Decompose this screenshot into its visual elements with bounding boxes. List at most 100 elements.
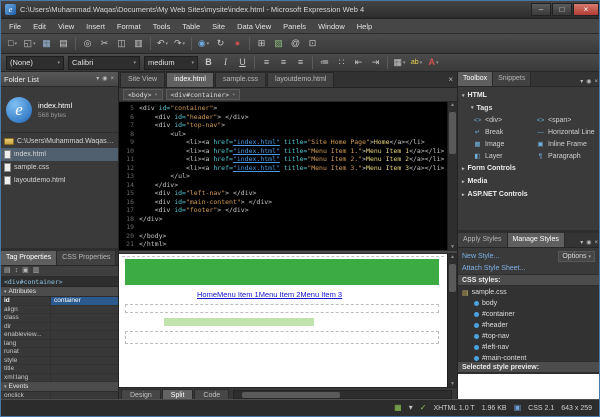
stop-icon[interactable]: ● [230, 36, 245, 51]
menu-item-view[interactable]: View [52, 19, 80, 34]
highlight-icon[interactable]: ab▾ [409, 55, 424, 70]
categorized-view-icon[interactable]: ▤ [4, 266, 11, 276]
design-leftnav-block[interactable] [164, 318, 314, 326]
toolbox-item-inline-frame[interactable]: ▣Inline Frame [536, 138, 599, 150]
tab-snippets[interactable]: Snippets [493, 72, 531, 86]
auto-hide-pin-icon[interactable]: ◉ [586, 78, 591, 86]
close-panel-icon[interactable]: × [110, 75, 114, 83]
style-item-left-nav[interactable]: #left-nav [458, 342, 599, 353]
empty-div-guide[interactable] [125, 304, 439, 313]
property-row-title[interactable]: title [1, 365, 118, 374]
close-document-icon[interactable]: × [448, 73, 453, 87]
toolbox-item-div-tag[interactable]: <><div> [473, 114, 536, 126]
attach-style-sheet-link[interactable]: Attach Style Sheet... [462, 265, 525, 272]
open-file-icon[interactable]: ◱▾ [22, 36, 37, 51]
bullet-list-icon[interactable]: ∷ [334, 55, 349, 70]
folder-tree-root[interactable]: C:\Users\Muhammad.Waqas\Documents\M [1, 135, 118, 148]
css-schema-icon[interactable]: ▣ [514, 401, 522, 415]
menu-item-window[interactable]: Window [312, 19, 351, 34]
menu-item-data-view[interactable]: Data View [231, 19, 277, 34]
redo-icon[interactable]: ↷▾ [172, 36, 187, 51]
decrease-indent-icon[interactable]: ⇤ [351, 55, 366, 70]
property-row-id[interactable]: idcontainer [1, 297, 118, 306]
document-tab-layoutdemo-html[interactable]: layoutdemo.html [267, 72, 334, 87]
italic-icon[interactable]: I [218, 55, 233, 70]
scrollbar-thumb[interactable] [242, 392, 340, 398]
design-link-menu-item-2[interactable]: Menu Item 2 [259, 290, 301, 299]
property-row-lang[interactable]: lang [1, 340, 118, 349]
quick-tag-body[interactable]: <body> [123, 89, 163, 100]
tab-manage-styles[interactable]: Manage Styles [508, 233, 565, 247]
font-color-icon[interactable]: A▾ [426, 55, 441, 70]
window-menu-icon[interactable]: ▾ [580, 239, 583, 247]
numbered-list-icon[interactable]: ≔ [317, 55, 332, 70]
style-item-top-nav[interactable]: #top-nav [458, 331, 599, 342]
toolbox-item-layer[interactable]: ◧Layer [473, 150, 536, 162]
menu-item-format[interactable]: Format [111, 19, 147, 34]
close-panel-icon[interactable]: × [594, 78, 598, 86]
property-row-class[interactable]: class [1, 314, 118, 323]
style-item-body[interactable]: body [458, 298, 599, 309]
menu-item-edit[interactable]: Edit [27, 19, 52, 34]
menu-item-help[interactable]: Help [351, 19, 378, 34]
property-section-events[interactable]: ▾Events [1, 382, 118, 392]
property-row-dir[interactable]: dir [1, 323, 118, 332]
property-row-enableview[interactable]: enableview... [1, 331, 118, 340]
property-row-align[interactable]: align [1, 306, 118, 315]
toolbox-item-horizontal-line[interactable]: ―Horizontal Line [536, 126, 599, 138]
insert-picture-icon[interactable]: ▧ [271, 36, 286, 51]
property-row-style[interactable]: style [1, 357, 118, 366]
increase-indent-icon[interactable]: ⇥ [368, 55, 383, 70]
code-editor[interactable]: 5<div id="container">6 <div id="header">… [119, 102, 447, 250]
stylesheet-item[interactable]: ▤sample.css [458, 287, 599, 298]
tab-apply-styles[interactable]: Apply Styles [458, 233, 508, 247]
cut-icon[interactable]: ✂ [97, 36, 112, 51]
borders-icon[interactable]: ▦▾ [392, 55, 407, 70]
find-icon[interactable]: ◎ [80, 36, 95, 51]
close-button[interactable]: × [573, 3, 599, 16]
options-button[interactable]: Options [558, 251, 595, 262]
tab-toolbox[interactable]: Toolbox [458, 72, 493, 86]
menu-item-site[interactable]: Site [206, 19, 231, 34]
paragraph-style-dropdown[interactable]: (None) [6, 56, 64, 70]
alphabetical-view-icon[interactable]: ↕ [15, 266, 19, 276]
standards-check-icon[interactable]: ✓ [420, 401, 427, 415]
undo-icon[interactable]: ↶▾ [155, 36, 170, 51]
style-item-header[interactable]: #header [458, 320, 599, 331]
font-family-dropdown[interactable]: Calibri [68, 56, 140, 70]
minimize-button[interactable]: – [531, 3, 551, 16]
style-application-icon[interactable]: ▾ [409, 401, 413, 415]
style-item-container[interactable]: #container [458, 309, 599, 320]
folder-tree-item-layoutdemo-html[interactable]: layoutdemo.html [1, 174, 118, 187]
design-header-block[interactable] [125, 259, 439, 285]
preview-in-browser-icon[interactable]: ◉▾ [196, 36, 211, 51]
folder-tree-item-sample-css[interactable]: sample.css [1, 161, 118, 174]
visual-aids-status-icon[interactable]: ▦ [394, 401, 402, 415]
scrollbar-thumb[interactable] [449, 112, 456, 154]
design-link-home[interactable]: Home [197, 290, 217, 299]
toolbox-item-span-tag[interactable]: <><span> [536, 114, 599, 126]
tab-css-properties[interactable]: CSS Properties [57, 251, 116, 265]
close-panel-icon[interactable]: × [594, 239, 598, 247]
design-surface[interactable]: HomeMenu Item 1Menu Item 2Menu Item 3 [119, 254, 447, 387]
menu-item-insert[interactable]: Insert [80, 19, 111, 34]
maximize-button[interactable]: □ [552, 3, 572, 16]
menu-item-panels[interactable]: Panels [277, 19, 312, 34]
align-left-icon[interactable]: ≡ [259, 55, 274, 70]
toolbox-section-html[interactable]: ▾HTML [458, 89, 599, 102]
property-row-xml-lang[interactable]: xml:lang [1, 374, 118, 383]
design-horizontal-scrollbar[interactable] [233, 390, 452, 399]
design-vertical-scrollbar[interactable] [447, 254, 457, 387]
property-row-runat[interactable]: runat [1, 348, 118, 357]
code-vertical-scrollbar[interactable] [447, 102, 457, 250]
toolbox-section-media[interactable]: ▸Media [458, 175, 599, 188]
menu-item-tools[interactable]: Tools [147, 19, 177, 34]
document-tab-site-view[interactable]: Site View [120, 72, 165, 87]
align-center-icon[interactable]: ≡ [276, 55, 291, 70]
align-right-icon[interactable]: ≡ [293, 55, 308, 70]
toolbox-item-image[interactable]: ▦Image [473, 138, 536, 150]
print-icon[interactable]: ▤ [56, 36, 71, 51]
insert-hyperlink-icon[interactable]: @ [288, 36, 303, 51]
tab-tag-properties[interactable]: Tag Properties [1, 251, 57, 265]
toolbox-item-break[interactable]: ↵Break [473, 126, 536, 138]
